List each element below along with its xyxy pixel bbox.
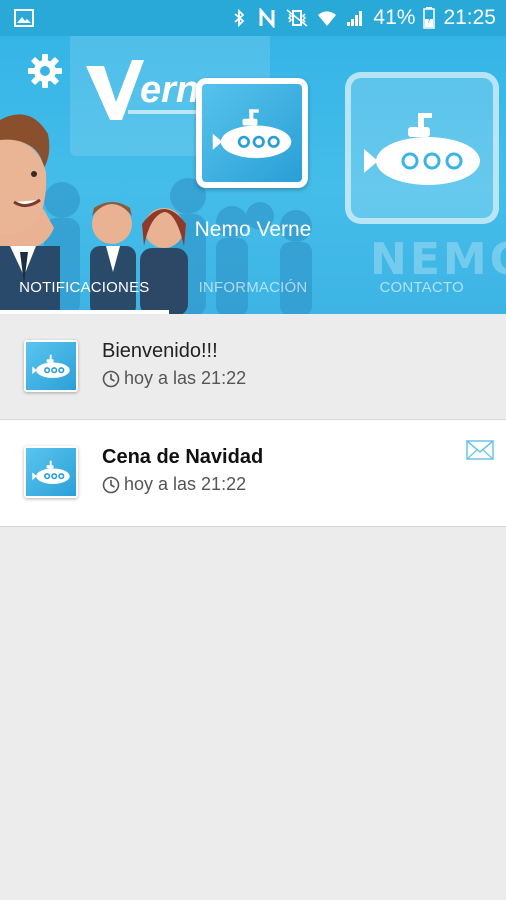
submarine-icon (32, 354, 70, 378)
notification-time: hoy a las 21:22 (102, 474, 246, 495)
list-item[interactable]: Cena de Navidad hoy a las 21:22 (0, 420, 506, 527)
wifi-icon (318, 11, 337, 26)
notification-time: hoy a las 21:22 (102, 368, 246, 389)
list-item[interactable]: Bienvenido!!! hoy a las 21:22 (0, 314, 506, 420)
tab-contacto[interactable]: CONTACTO (337, 260, 506, 314)
profile-header: erne NEM Nemo Verne NOTIFICACIONES INFOR… (0, 36, 506, 314)
submarine-icon (364, 113, 480, 185)
notification-thumbnail (24, 446, 78, 498)
tab-bar: NOTIFICACIONES INFORMACIÓN CONTACTO (0, 260, 506, 314)
clock-time: 21:25 (443, 6, 496, 29)
nemo-brand-logo (345, 72, 499, 224)
bluetooth-icon (234, 8, 245, 28)
settings-gear-icon[interactable] (26, 52, 64, 90)
unread-mail-icon (466, 440, 494, 460)
clock-icon (102, 476, 120, 493)
notification-thumbnail (24, 340, 78, 392)
nfc-icon (259, 8, 275, 28)
notification-title: Cena de Navidad (102, 446, 264, 468)
battery-charging-icon (423, 7, 436, 29)
gallery-notification-icon (14, 9, 34, 27)
battery-percentage: 41% (373, 6, 416, 29)
tab-informacion[interactable]: INFORMACIÓN (169, 260, 338, 314)
notification-list: Bienvenido!!! hoy a las 21:22 Cena de Na… (0, 314, 506, 527)
profile-avatar[interactable] (196, 78, 308, 188)
submarine-icon (212, 109, 292, 159)
notification-time-text: hoy a las 21:22 (124, 368, 247, 388)
tab-notificaciones[interactable]: NOTIFICACIONES (0, 260, 169, 314)
clock-icon (102, 370, 120, 387)
status-bar: 41% 21:25 (0, 0, 506, 36)
vibrate-icon (286, 9, 308, 27)
notification-title: Bienvenido!!! (102, 340, 218, 362)
notification-time-text: hoy a las 21:22 (124, 474, 247, 494)
signal-icon (347, 11, 363, 26)
submarine-icon (32, 460, 70, 484)
profile-name: Nemo Verne (194, 218, 312, 241)
